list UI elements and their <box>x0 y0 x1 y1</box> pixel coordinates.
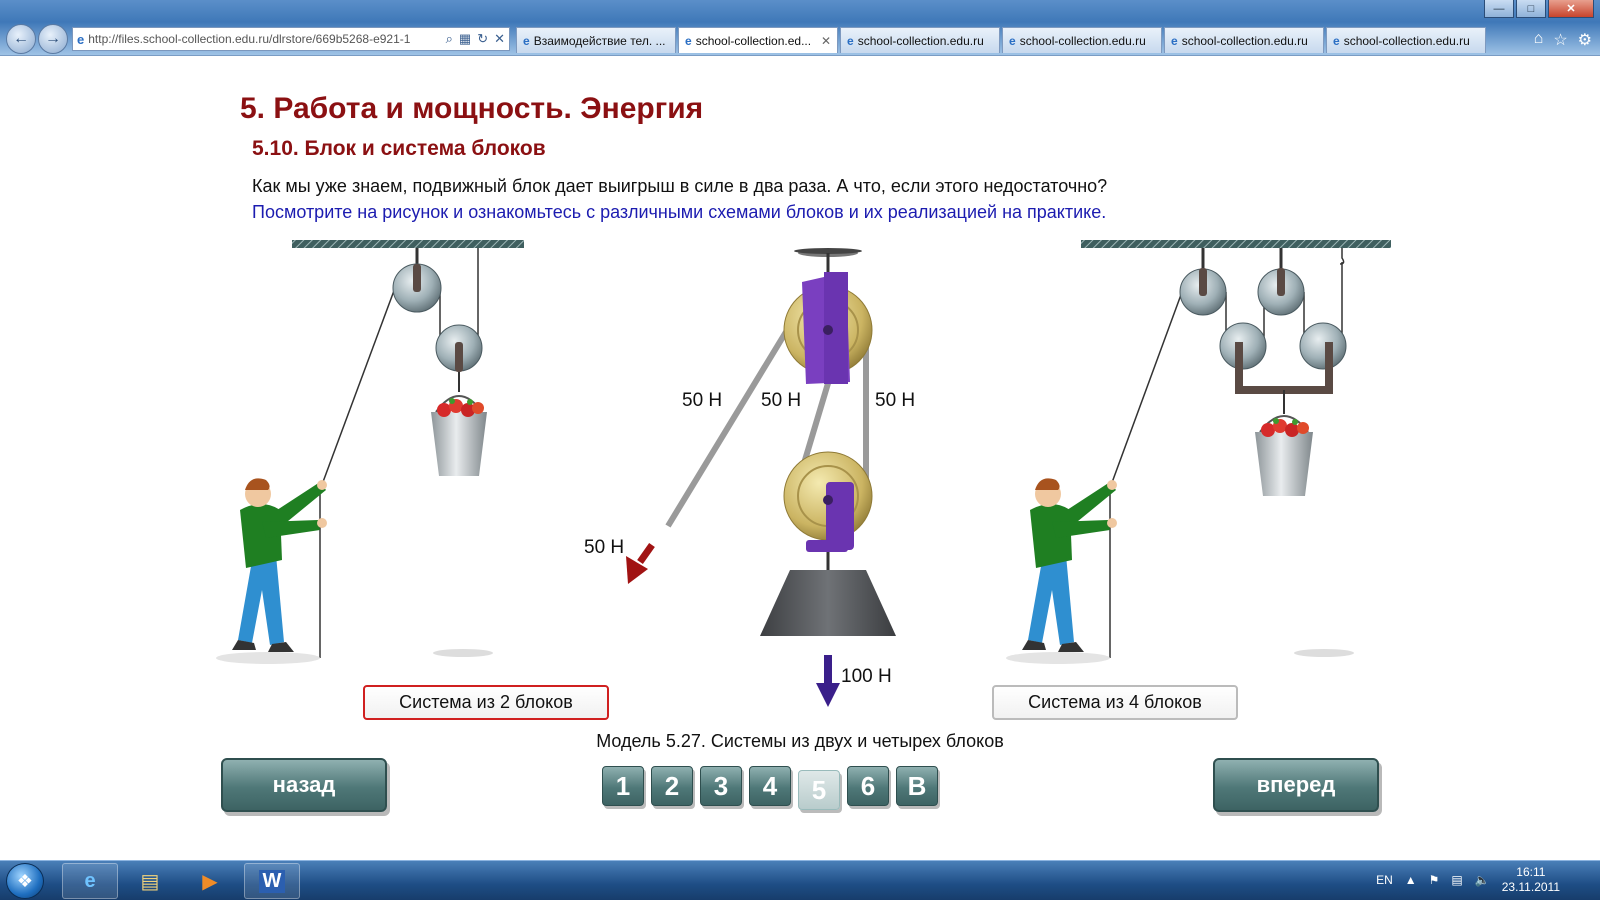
forward-nav-button[interactable]: → <box>38 24 68 54</box>
back-button[interactable]: назад <box>221 758 387 812</box>
page-button-6[interactable]: 6 <box>847 766 889 806</box>
browser-tab[interactable]: e Взаимодействие тел. ... <box>516 27 676 53</box>
ie-tab-icon: e <box>685 33 692 48</box>
tab-label: school-collection.edu.ru <box>1181 33 1308 48</box>
search-icon[interactable]: ⌕ <box>446 31 453 47</box>
browser-tab-active[interactable]: e school-collection.ed... ✕ <box>678 27 838 53</box>
maximize-button[interactable]: □ <box>1516 0 1546 18</box>
tab-strip: e Взаимодействие тел. ... e school-collect… <box>516 27 1486 53</box>
taskbar-word[interactable]: W <box>244 863 300 899</box>
browser-tab[interactable]: e school-collection.edu.ru <box>1164 27 1324 53</box>
two-block-system <box>216 240 524 664</box>
system-tray: EN ▲ ⚑ ▤ 🔈 16:11 23.11.2011 <box>1376 865 1560 895</box>
taskbar-media-player[interactable]: ▶ <box>182 863 238 899</box>
folder-icon: ▤ <box>140 870 160 893</box>
force-label-weight: 100 Н <box>841 666 892 687</box>
bucket-left <box>431 412 487 476</box>
browser-tab[interactable]: e school-collection.edu.ru <box>1002 27 1162 53</box>
tab-label: school-collection.edu.ru <box>1343 33 1470 48</box>
tab-label: school-collection.edu.ru <box>1019 33 1146 48</box>
tab-label: school-collection.ed... <box>695 33 812 48</box>
close-tab-icon[interactable]: ✕ <box>821 34 831 48</box>
forward-button[interactable]: вперед <box>1213 758 1379 812</box>
ceiling-left <box>292 240 524 248</box>
force-label-rope-middle: 50 Н <box>761 390 801 411</box>
weight-force-arrow <box>816 655 840 707</box>
browser-chrome: — □ ✕ ← → e http://files.school-collecti… <box>0 0 1600 56</box>
pulley-schematic: 50 Н 50 Н 50 Н 50 Н 100 Н <box>584 248 915 707</box>
ie-tab-icon: e <box>1009 33 1016 48</box>
page-button-5-current[interactable]: 5 <box>798 770 840 810</box>
volume-icon[interactable]: 🔈 <box>1475 873 1490 887</box>
language-indicator[interactable]: EN <box>1376 873 1393 887</box>
start-button[interactable]: ❖ <box>6 863 44 899</box>
show-hidden-icons-icon[interactable]: ▲ <box>1405 873 1417 887</box>
browser-toolbar-right: ⌂ ☆ ⚙ <box>1534 30 1592 50</box>
page-button-2[interactable]: 2 <box>651 766 693 806</box>
internet-explorer-icon: e <box>84 869 96 892</box>
arrow-left-icon: ← <box>13 30 29 47</box>
word-icon: W <box>258 869 286 893</box>
ie-tab-icon: e <box>847 33 854 48</box>
action-center-flag-icon[interactable]: ⚑ <box>1429 873 1440 887</box>
page-button-questions[interactable]: В <box>896 766 938 806</box>
ie-page-icon: e <box>77 31 85 47</box>
tab-label: school-collection.edu.ru <box>857 33 984 48</box>
model-caption: Модель 5.27. Системы из двух и четырех б… <box>596 731 1004 751</box>
pulley-illustration: 50 Н 50 Н 50 Н 50 Н 100 Н <box>216 240 1391 707</box>
page-title: 5. Работа и мощность. Энергия <box>240 92 704 125</box>
home-icon[interactable]: ⌂ <box>1534 30 1544 50</box>
bucket-right <box>1255 432 1313 496</box>
rope-free-end <box>665 320 795 528</box>
intro-text: Как мы уже знаем, подвижный блок дает вы… <box>252 176 1108 196</box>
clock[interactable]: 16:11 23.11.2011 <box>1502 865 1560 895</box>
close-window-button[interactable]: ✕ <box>1548 0 1594 18</box>
ie-tab-icon: e <box>1333 33 1340 48</box>
movable-pulley-2 <box>1299 322 1347 370</box>
media-player-icon: ▶ <box>202 870 218 893</box>
address-bar[interactable]: e http://files.school-collection.edu.ru/… <box>72 27 510 51</box>
ie-tab-icon: e <box>523 33 530 48</box>
page-subtitle: 5.10. Блок и система блоков <box>252 137 546 160</box>
man-pulling-left <box>216 478 327 664</box>
taskbar-internet-explorer[interactable]: e <box>62 863 118 899</box>
minimize-button[interactable]: — <box>1484 0 1514 18</box>
weight-block <box>760 570 896 636</box>
address-url[interactable]: http://files.school-collection.edu.ru/dl… <box>88 32 441 46</box>
ie-tab-icon: e <box>1171 33 1178 48</box>
instruction-text: Посмотрите на рисунок и ознакомьтесь с р… <box>252 202 1107 222</box>
four-block-system <box>1006 240 1391 664</box>
browser-tab[interactable]: e school-collection.edu.ru <box>1326 27 1486 53</box>
taskbar-explorer[interactable]: ▤ <box>122 863 178 899</box>
pull-force-arrow <box>626 542 655 584</box>
window-controls: — □ ✕ <box>1484 0 1594 18</box>
compat-view-icon[interactable]: ▦ <box>459 31 471 47</box>
clock-date: 23.11.2011 <box>1501 880 1560 894</box>
system-four-blocks-button[interactable]: Система из 4 блоков <box>992 685 1238 720</box>
browser-tab[interactable]: e school-collection.edu.ru <box>840 27 1000 53</box>
gear-icon[interactable]: ⚙ <box>1578 30 1592 50</box>
windows-logo-icon: ❖ <box>16 870 34 891</box>
network-icon[interactable]: ▤ <box>1451 873 1462 887</box>
back-nav-button[interactable]: ← <box>6 24 36 54</box>
force-label-rope-right: 50 Н <box>875 390 915 411</box>
force-label-pull: 50 Н <box>584 537 624 558</box>
ceiling-right <box>1081 240 1391 248</box>
clock-time: 16:11 <box>1516 865 1546 879</box>
page-button-3[interactable]: 3 <box>700 766 742 806</box>
page-navigator: 1 2 3 4 5 6 В <box>602 766 938 810</box>
stop-icon[interactable]: ✕ <box>494 31 505 47</box>
favorites-star-icon[interactable]: ☆ <box>1553 30 1567 50</box>
taskbar: ❖ e ▤ ▶ W EN ▲ ⚑ ▤ 🔈 16:11 23.11.2011 <box>0 860 1600 900</box>
man-pulling-right <box>1006 478 1117 664</box>
page-button-4[interactable]: 4 <box>749 766 791 806</box>
tab-label: Взаимодействие тел. ... <box>533 33 666 48</box>
refresh-icon[interactable]: ↻ <box>477 31 488 47</box>
force-label-rope-left: 50 Н <box>682 390 722 411</box>
page-button-1[interactable]: 1 <box>602 766 644 806</box>
system-two-blocks-button[interactable]: Система из 2 блоков <box>363 685 609 720</box>
arrow-right-icon: → <box>45 30 61 47</box>
